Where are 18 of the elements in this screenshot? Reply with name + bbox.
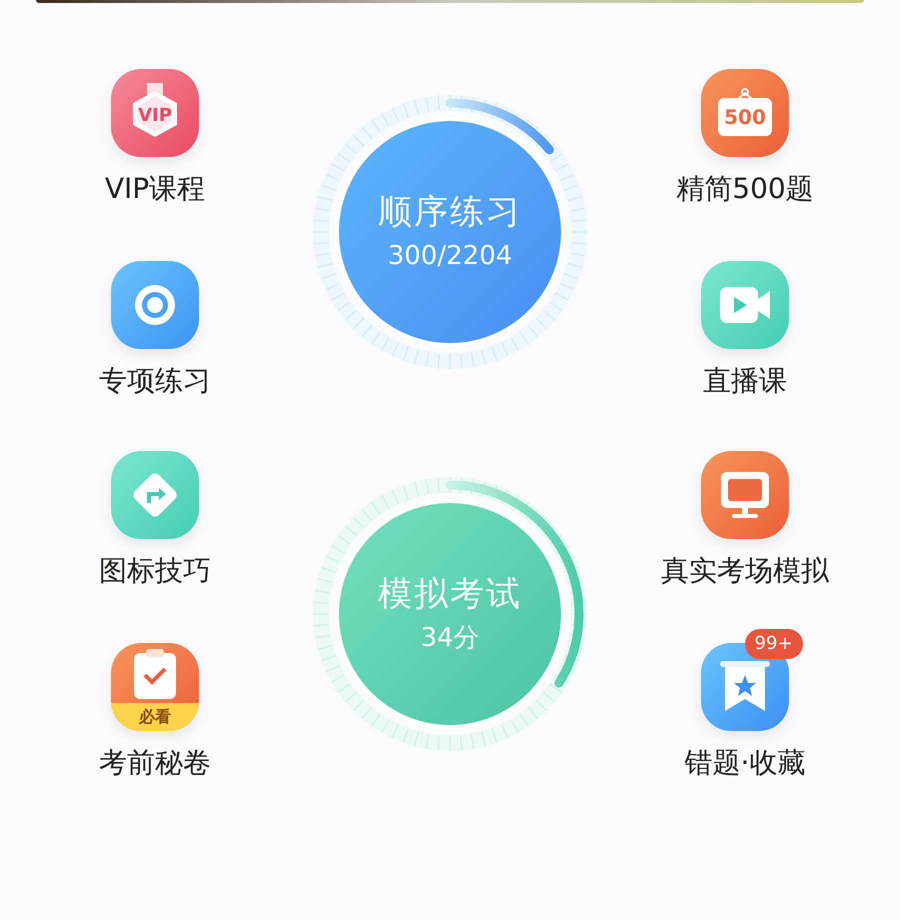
feature-button[interactable]: 500 精简500题 — [676, 69, 814, 203]
feature-button[interactable]: 专项练习 — [99, 261, 211, 395]
ring-value: 300/2204 — [388, 243, 512, 269]
monitor-icon — [718, 470, 772, 520]
ring-title: 顺序练习 — [378, 195, 522, 229]
feature-button[interactable]: VIP VIP课程 — [104, 69, 206, 203]
feature-button[interactable]: 直播课 — [701, 261, 789, 395]
hook-icon — [736, 88, 753, 98]
ring-value: 34分 — [420, 625, 480, 651]
feature-button[interactable]: 必看 考前秘卷 — [99, 643, 211, 777]
icon-text: 500 — [724, 107, 766, 127]
feature-button[interactable]: 图标技巧 — [99, 451, 211, 585]
video-camera-icon — [718, 285, 772, 325]
ring-title: 模拟考试 — [378, 577, 522, 611]
count-badge: 99+ — [744, 629, 803, 659]
icon-text: VIP — [138, 107, 172, 125]
feature-button[interactable]: 真实考场模拟 — [661, 451, 829, 585]
icon-text: 必看 — [139, 709, 171, 725]
